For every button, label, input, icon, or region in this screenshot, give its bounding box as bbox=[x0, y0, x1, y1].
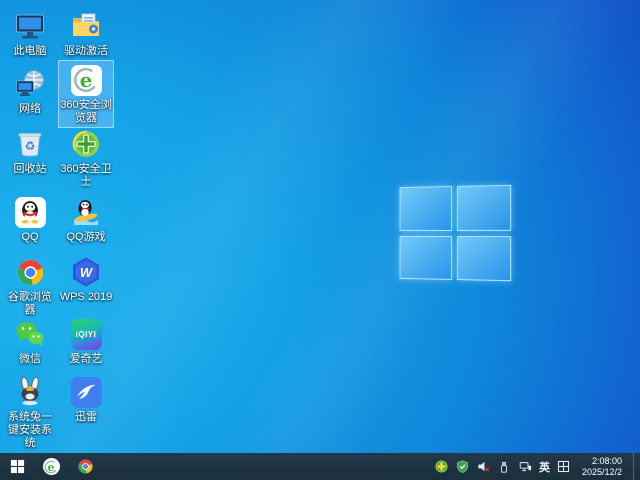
clock-date: 2025/12/2 bbox=[581, 466, 622, 477]
desktop-icon-this-pc[interactable]: 此电脑 bbox=[2, 6, 58, 61]
windows-logo-pane bbox=[456, 184, 512, 231]
desktop-icon-recycle-bin[interactable]: ♻ 回收站 bbox=[2, 124, 58, 179]
windows-start-icon bbox=[10, 459, 24, 474]
taskbar-clock[interactable]: 2:08:00 2025/12/2 bbox=[577, 453, 627, 480]
volume-muted-tray-icon[interactable] bbox=[476, 453, 491, 480]
qq-games-icon bbox=[69, 195, 103, 229]
desktop-icon-wechat[interactable]: 微信 bbox=[2, 314, 58, 369]
desktop-icon-wps-2019[interactable]: W WPS 2019 bbox=[58, 252, 114, 307]
chrome-taskbar-icon bbox=[78, 459, 92, 474]
desktop-icon-google-chrome[interactable]: 谷歌浏览器 bbox=[2, 252, 58, 320]
start-button[interactable] bbox=[0, 453, 34, 480]
icon-label: 回收站 bbox=[13, 163, 47, 175]
wechat-icon bbox=[13, 317, 47, 351]
desktop-icon-driver-activation[interactable]: 驱动激活 bbox=[58, 6, 114, 61]
icon-label: 此电脑 bbox=[13, 45, 47, 57]
network-tray-icon[interactable] bbox=[518, 453, 533, 480]
desktop-icon-system-rabbit-installer[interactable]: 系统兔一键安装系统 bbox=[2, 372, 58, 453]
language-indicator[interactable]: 英 bbox=[539, 459, 550, 475]
svg-text:♻: ♻ bbox=[25, 139, 36, 153]
windows-logo-pane bbox=[399, 186, 452, 231]
icon-label: 驱动激活 bbox=[64, 45, 108, 57]
icon-label: WPS 2019 bbox=[59, 291, 113, 303]
360-browser-taskbar-icon: e bbox=[42, 458, 60, 475]
icon-label: QQ游戏 bbox=[66, 231, 106, 243]
360-browser-icon: e bbox=[69, 63, 103, 97]
icon-label: 迅雷 bbox=[75, 411, 97, 423]
iqiyi-icon: iQIYI bbox=[69, 317, 103, 351]
icon-label: 系统兔一键安装系统 bbox=[8, 411, 52, 449]
taskbar-360-browser-button[interactable]: e bbox=[34, 453, 68, 480]
this-pc-icon bbox=[13, 9, 47, 43]
icon-label: 微信 bbox=[19, 353, 41, 365]
recycle-bin-icon: ♻ bbox=[13, 127, 47, 161]
windows-logo-pane bbox=[399, 235, 452, 280]
security-shield-tray-icon[interactable] bbox=[455, 453, 470, 480]
taskbar: e 英 2:08:00 2025/12/2 bbox=[0, 453, 640, 480]
desktop-icon-network[interactable]: 网络 bbox=[2, 64, 58, 119]
svg-text:e: e bbox=[80, 69, 93, 92]
icon-label: 网络 bbox=[19, 103, 41, 115]
svg-text:W: W bbox=[80, 265, 94, 280]
icon-label: 360安全卫士 bbox=[60, 163, 112, 188]
qq-icon bbox=[13, 195, 47, 229]
usb-device-tray-icon[interactable] bbox=[497, 453, 512, 480]
desktop-icon-thunder[interactable]: 迅雷 bbox=[58, 372, 114, 427]
icon-label: 360安全浏览器 bbox=[60, 99, 112, 124]
clock-time: 2:08:00 bbox=[591, 456, 622, 466]
desktop-icon-qq[interactable]: QQ bbox=[2, 192, 58, 247]
chrome-icon bbox=[13, 255, 47, 289]
network-icon bbox=[13, 67, 47, 101]
360-security-icon bbox=[69, 127, 103, 161]
desktop-icon-360-security-guard[interactable]: 360安全卫士 bbox=[58, 124, 114, 192]
desktop-icon-qq-games[interactable]: QQ游戏 bbox=[58, 192, 114, 247]
icon-label: 爱奇艺 bbox=[69, 353, 103, 365]
360-antivirus-tray-icon[interactable] bbox=[434, 453, 449, 480]
desktop-icon-360-safe-browser[interactable]: e 360安全浏览器 bbox=[58, 60, 114, 128]
windows-logo-pane bbox=[456, 235, 512, 282]
icon-label: QQ bbox=[21, 231, 39, 243]
system-tray: 英 2:08:00 2025/12/2 bbox=[434, 453, 640, 480]
show-desktop-button[interactable] bbox=[633, 453, 638, 480]
folder-icon bbox=[69, 9, 103, 43]
svg-text:e: e bbox=[48, 461, 55, 474]
windows-logo bbox=[399, 184, 512, 282]
rabbit-mascot-icon bbox=[13, 375, 47, 409]
taskbar-left: e bbox=[0, 453, 102, 480]
desktop-icon-iqiyi[interactable]: iQIYI 爱奇艺 bbox=[58, 314, 114, 369]
thunder-bird-icon bbox=[69, 375, 103, 409]
taskbar-chrome-button[interactable] bbox=[68, 453, 102, 480]
ime-input-tray-icon[interactable] bbox=[556, 453, 571, 480]
wps-icon: W bbox=[69, 255, 103, 289]
